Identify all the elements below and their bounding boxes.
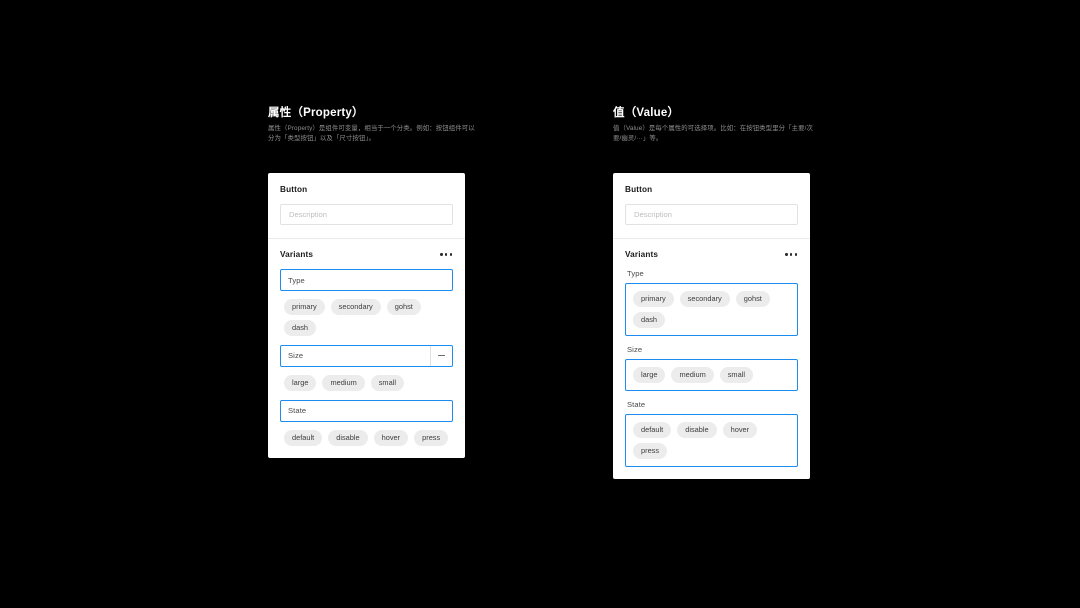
- value-chips-type: primary secondary gohst dash: [633, 291, 790, 328]
- value-chips-state: default disable hover press: [633, 421, 790, 459]
- value-group-state: State default disable hover press: [625, 400, 798, 467]
- property-name-field-type[interactable]: Type: [280, 269, 453, 291]
- variants-header: Variants: [613, 239, 810, 269]
- value-chip[interactable]: hover: [722, 421, 758, 438]
- value-group-size: Size large medium small: [625, 345, 798, 391]
- value-chip[interactable]: primary: [284, 299, 325, 315]
- value-chip[interactable]: gohst: [735, 291, 770, 307]
- value-list: Type primary secondary gohst dash Size l…: [613, 269, 810, 479]
- property-group-state: State default disable hover press: [280, 399, 453, 446]
- property-name-field-state[interactable]: State: [280, 399, 453, 422]
- variants-label: Variants: [280, 250, 314, 259]
- card-header: Button Description: [613, 173, 810, 238]
- description-input[interactable]: Description: [280, 204, 453, 225]
- more-horizontal-icon[interactable]: [784, 250, 798, 258]
- value-chip[interactable]: dash: [284, 319, 317, 336]
- value-chip[interactable]: dash: [633, 311, 666, 328]
- section-value-description: 值（Value）是每个属性的可选择项。比如：在按钮类型里分「主要/次要/幽灵/·…: [613, 125, 813, 142]
- value-chip[interactable]: default: [284, 429, 323, 446]
- value-chip[interactable]: hover: [373, 429, 409, 446]
- value-chip[interactable]: primary: [633, 291, 674, 307]
- value-highlight-box-type[interactable]: primary secondary gohst dash: [625, 283, 798, 336]
- value-chip[interactable]: large: [633, 366, 666, 383]
- property-name-label: State: [288, 406, 307, 416]
- value-chip[interactable]: large: [284, 374, 317, 391]
- property-group-size: Size large medium small: [280, 344, 453, 391]
- card-title: Button: [280, 185, 308, 194]
- section-property-description: 属性（Property）是组件可变量，相当于一个分类。例如：按钮组件可以分为「类…: [268, 125, 475, 142]
- property-name-label: Type: [288, 275, 305, 285]
- minus-icon[interactable]: [430, 345, 452, 366]
- value-card: Button Description Variants Type primary…: [613, 173, 810, 479]
- value-chip[interactable]: secondary: [679, 291, 730, 307]
- value-chip[interactable]: medium: [671, 366, 714, 383]
- value-highlight-box-state[interactable]: default disable hover press: [625, 413, 798, 467]
- value-chip[interactable]: default: [633, 421, 672, 438]
- property-list: Type primary secondary gohst dash Size l…: [268, 269, 465, 458]
- value-chip[interactable]: secondary: [330, 299, 381, 315]
- more-horizontal-icon[interactable]: [439, 250, 453, 258]
- property-name-field-size[interactable]: Size: [280, 344, 453, 367]
- value-chip[interactable]: medium: [322, 374, 365, 391]
- value-chip[interactable]: small: [719, 366, 753, 383]
- value-chip[interactable]: disable: [677, 421, 717, 438]
- value-chips-size: large medium small: [633, 366, 790, 383]
- property-name-label: Size: [288, 351, 304, 361]
- property-group-type: Type primary secondary gohst dash: [280, 269, 453, 336]
- property-name-label: State: [627, 399, 646, 409]
- card-title: Button: [625, 185, 653, 194]
- property-card: Button Description Variants Type primary…: [268, 173, 465, 458]
- property-name-label: Type: [627, 269, 644, 278]
- property-name-label: Size: [627, 344, 643, 354]
- value-group-type: Type primary secondary gohst dash: [625, 269, 798, 336]
- description-input[interactable]: Description: [625, 204, 798, 225]
- card-header: Button Description: [268, 173, 465, 238]
- value-chip[interactable]: press: [633, 442, 668, 459]
- section-property-title: 属性（Property）: [268, 107, 364, 119]
- section-value-title: 值（Value）: [613, 107, 680, 119]
- variants-header: Variants: [268, 239, 465, 269]
- value-highlight-box-size[interactable]: large medium small: [625, 358, 798, 391]
- value-chips-size: large medium small: [280, 374, 453, 391]
- value-chips-type: primary secondary gohst dash: [280, 299, 453, 336]
- value-chip[interactable]: disable: [328, 429, 368, 446]
- value-chip[interactable]: small: [370, 374, 404, 391]
- value-chip[interactable]: gohst: [386, 299, 421, 315]
- variants-label: Variants: [625, 250, 659, 259]
- value-chip[interactable]: press: [414, 429, 449, 446]
- value-chips-state: default disable hover press: [280, 429, 453, 446]
